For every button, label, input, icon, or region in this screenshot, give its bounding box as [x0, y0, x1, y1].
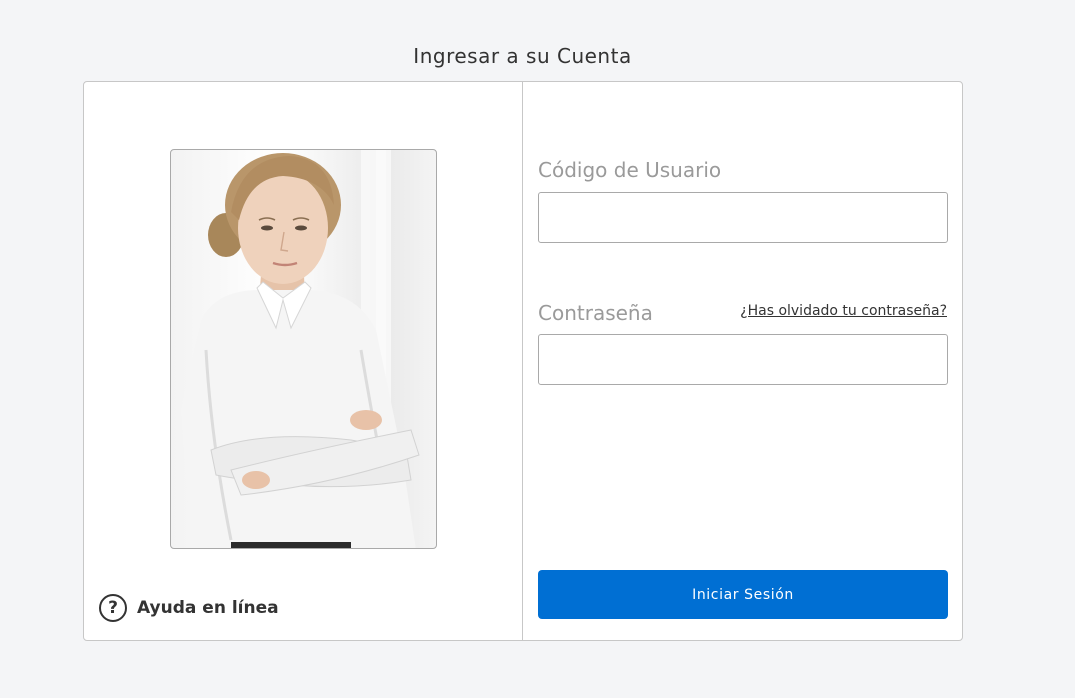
help-link[interactable]: ? Ayuda en línea — [99, 594, 279, 622]
password-label: Contraseña — [538, 301, 653, 325]
help-label: Ayuda en línea — [137, 598, 279, 618]
password-input[interactable] — [538, 334, 948, 385]
username-label: Código de Usuario — [538, 158, 722, 182]
woman-portrait-image — [181, 150, 420, 548]
login-button[interactable]: Iniciar Sesión — [538, 570, 948, 619]
vertical-divider — [522, 82, 523, 640]
forgot-password-link[interactable]: ¿Has olvidado tu contraseña? — [740, 303, 947, 319]
username-input[interactable] — [538, 192, 948, 243]
question-circle-icon: ? — [99, 594, 127, 622]
user-photo — [170, 149, 437, 549]
page-title: Ingresar a su Cuenta — [413, 44, 632, 68]
login-card: ? Ayuda en línea Código de Usuario Contr… — [83, 81, 963, 641]
